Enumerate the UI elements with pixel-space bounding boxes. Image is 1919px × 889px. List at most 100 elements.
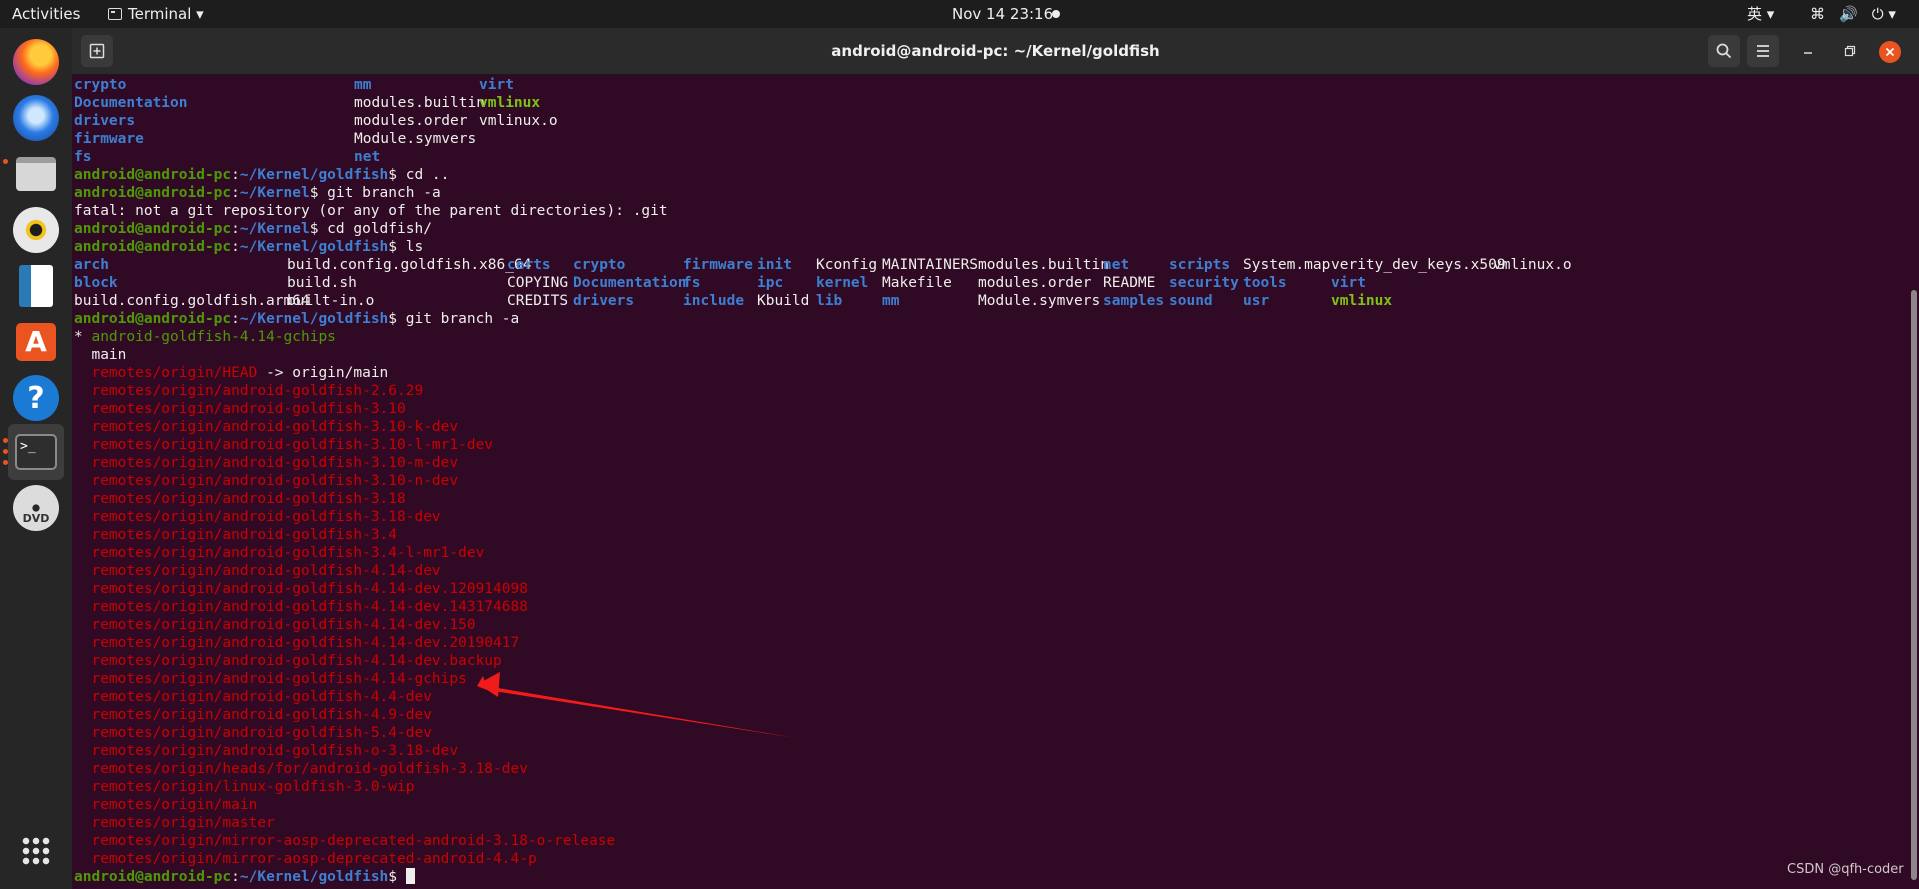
search-icon xyxy=(1716,43,1732,59)
branch-line: remotes/origin/main xyxy=(74,796,257,814)
dock-item-firefox[interactable] xyxy=(8,34,64,90)
maximize-button[interactable] xyxy=(1840,41,1860,61)
prompt-dollar: $ xyxy=(388,167,398,183)
prompt-separator: : xyxy=(231,185,240,201)
command-text: git branch -a xyxy=(397,311,520,327)
power-icon: ⏻ ▾ xyxy=(1871,5,1896,23)
new-tab-button[interactable] xyxy=(81,35,113,67)
command-line: android@android-pc:~/Kernel/goldfish$ gi… xyxy=(74,310,519,328)
command-text: git branch -a xyxy=(318,185,441,201)
ls-entry: crypto xyxy=(573,257,626,273)
ls-entry: build.config.goldfish.arm64 xyxy=(74,293,310,309)
text-cursor xyxy=(405,868,415,884)
minimize-button[interactable] xyxy=(1798,41,1818,61)
ls-entry: modules.builtin xyxy=(978,257,1109,273)
show-applications-button[interactable] xyxy=(8,823,64,879)
prompt-separator: : xyxy=(231,221,240,237)
branch-line: remotes/origin/mirror-aosp-deprecated-an… xyxy=(74,832,615,850)
ls-entry: build.sh xyxy=(287,275,357,291)
remote-branch: remotes/origin/heads/for/android-goldfis… xyxy=(91,761,528,777)
speaker-icon xyxy=(13,207,59,253)
volume-icon: 🔊 xyxy=(1839,5,1858,23)
ls-entry: certs xyxy=(507,257,551,273)
app-menu-label: Terminal ▾ xyxy=(128,5,204,23)
command-text: ls xyxy=(397,239,424,255)
remote-branch: remotes/origin/android-goldfish-4.14-dev xyxy=(91,563,441,579)
prompt-path: ~/Kernel xyxy=(239,221,310,237)
command-line: android@android-pc:~/Kernel/goldfish$ ls xyxy=(74,238,423,256)
prompt-separator: : xyxy=(231,869,240,885)
prompt-path: ~/Kernel/goldfish xyxy=(239,239,389,255)
dock-item-help[interactable]: ? xyxy=(8,370,64,426)
terminal-icon xyxy=(108,8,122,20)
branch-line: remotes/origin/android-goldfish-3.18 xyxy=(74,490,406,508)
branch-line: remotes/origin/android-goldfish-4.14-dev… xyxy=(74,616,476,634)
ls-entry: Kconfig xyxy=(816,257,878,273)
ls-entry: README xyxy=(1103,275,1156,291)
activities-button[interactable]: Activities xyxy=(12,0,80,28)
close-button[interactable] xyxy=(1879,41,1901,63)
app-menu[interactable]: Terminal ▾ xyxy=(108,0,204,28)
prompt-user: android@android-pc xyxy=(74,311,232,327)
dock-item-software[interactable]: A xyxy=(8,314,64,370)
ls-entry: mm xyxy=(882,293,900,309)
ls-entry: fs xyxy=(683,275,701,291)
input-method-indicator[interactable]: 英 ▾ xyxy=(1747,0,1774,28)
terminal-app-icon: >_ xyxy=(15,434,57,470)
ls-entry: Module.symvers xyxy=(354,131,477,147)
dock-item-rhythmbox[interactable] xyxy=(8,202,64,258)
dock: A ? >_ DVD xyxy=(0,28,72,889)
remote-branch: remotes/origin/android-goldfish-3.18-dev xyxy=(91,509,441,525)
remote-branch: remotes/origin/android-goldfish-4.14-dev… xyxy=(91,635,520,651)
branch-line: remotes/origin/android-goldfish-3.4-l-mr… xyxy=(74,544,484,562)
minimize-icon xyxy=(1804,52,1812,54)
clock[interactable]: Nov 14 23:16 xyxy=(952,0,1053,28)
prompt-path: ~/Kernel/goldfish xyxy=(239,167,389,183)
ls-entry: drivers xyxy=(74,113,136,129)
ls-entry: CREDITS xyxy=(507,293,569,309)
ls-entry: Module.symvers xyxy=(978,293,1101,309)
dock-item-thunderbird[interactable] xyxy=(8,90,64,146)
dock-item-terminal[interactable]: >_ xyxy=(8,424,64,480)
new-tab-icon xyxy=(89,43,105,59)
branch-line: remotes/origin/android-goldfish-5.4-dev xyxy=(74,724,431,742)
ls-entry: tools xyxy=(1243,275,1287,291)
prompt-dollar: $ xyxy=(388,869,398,885)
branch-line: remotes/origin/linux-goldfish-3.0-wip xyxy=(74,778,414,796)
prompt-separator: : xyxy=(231,167,240,183)
remote-branch: remotes/origin/android-goldfish-3.4-l-mr… xyxy=(91,545,485,561)
command-line: android@android-pc:~/Kernel$ cd goldfish… xyxy=(74,220,432,238)
dvd-icon: DVD xyxy=(13,485,59,531)
branch-line: remotes/origin/android-goldfish-3.10-l-m… xyxy=(74,436,493,454)
ls-entry: include xyxy=(683,293,745,309)
branch-line: remotes/origin/android-goldfish-4.14-dev… xyxy=(74,652,501,670)
ls-entry: built-in.o xyxy=(287,293,375,309)
grid-icon xyxy=(21,836,51,866)
ls-entry: vmlinux.o xyxy=(479,113,558,129)
scrollbar[interactable] xyxy=(1911,290,1917,880)
remote-branch: remotes/origin/android-goldfish-3.18 xyxy=(91,491,406,507)
system-tray[interactable]: ⌘ 🔊 ⏻ ▾ xyxy=(1810,0,1896,28)
terminal-output[interactable]: crypto mm virt Documentation modules.builtin… xyxy=(74,76,1914,889)
top-bar: Activities Terminal ▾ Nov 14 23:16 英 ▾ ⌘… xyxy=(0,0,1919,28)
dock-item-files[interactable] xyxy=(8,146,64,202)
notification-dot-icon xyxy=(1052,10,1060,18)
remote-branch: remotes/origin/master xyxy=(91,815,275,831)
dock-item-writer[interactable] xyxy=(8,258,64,314)
search-button[interactable] xyxy=(1708,35,1740,67)
dock-item-dvd[interactable]: DVD xyxy=(8,480,64,536)
ls-entry: arch xyxy=(74,257,109,273)
remote-branch: remotes/origin/android-goldfish-4.14-dev… xyxy=(91,617,476,633)
hamburger-menu-button[interactable] xyxy=(1747,35,1779,67)
remote-branch: remotes/origin/mirror-aosp-deprecated-an… xyxy=(91,833,616,849)
